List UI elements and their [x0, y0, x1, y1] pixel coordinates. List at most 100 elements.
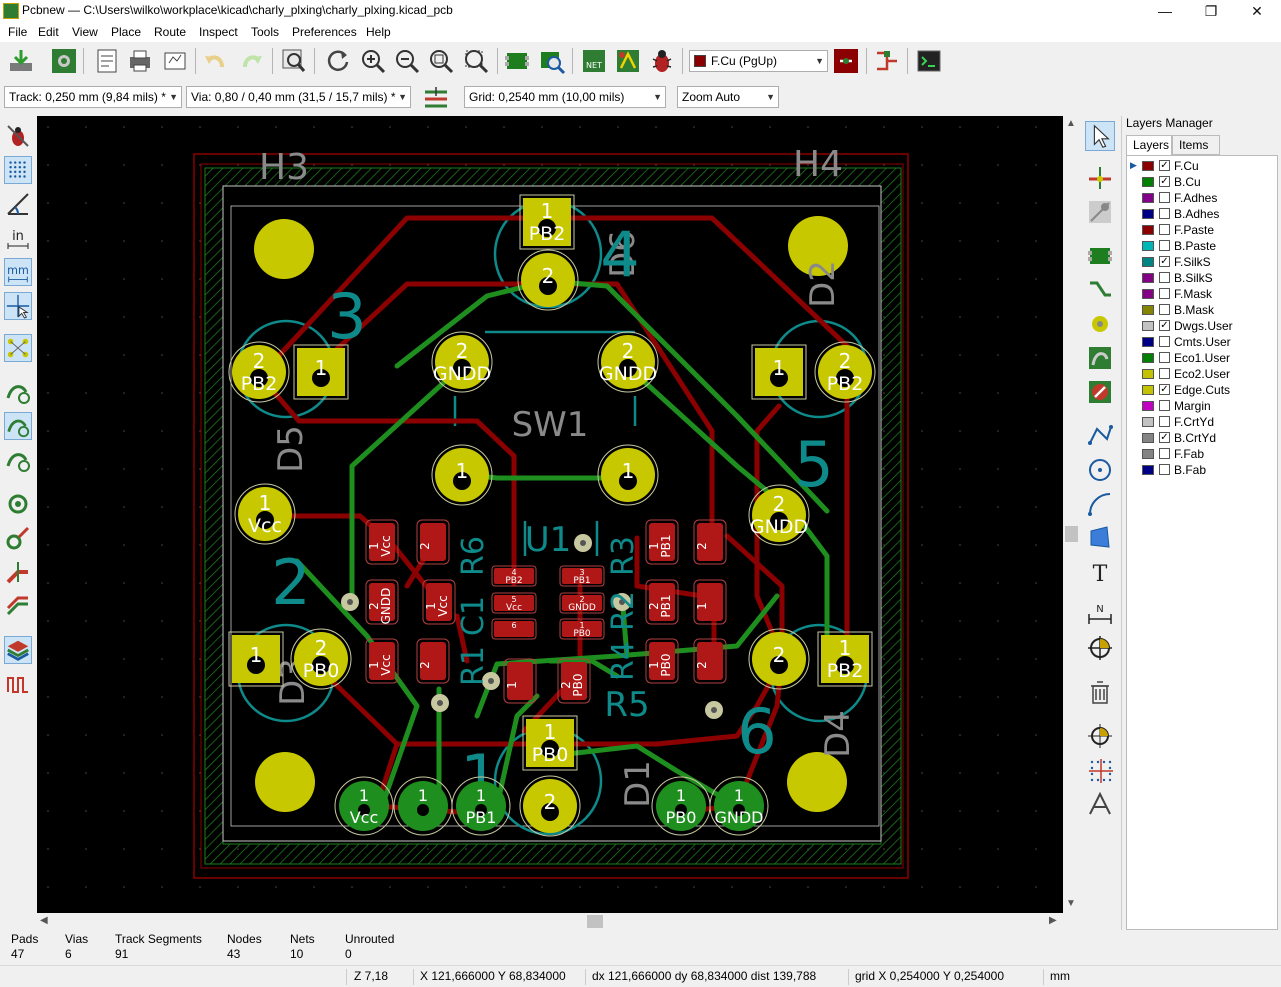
route-track-icon[interactable]	[1085, 275, 1115, 305]
drill-origin-icon[interactable]	[1085, 721, 1115, 751]
delete-tool-icon[interactable]	[1085, 677, 1115, 707]
polar-coords-icon[interactable]	[4, 190, 32, 218]
layer-visibility-checkbox[interactable]	[1159, 416, 1170, 427]
vertical-scroll-thumb[interactable]	[1065, 526, 1078, 542]
add-polygon-icon[interactable]	[1085, 523, 1115, 553]
tracks-sketch-icon[interactable]	[4, 558, 32, 586]
layer-row[interactable]: ✓ B.CrtYd	[1127, 430, 1277, 446]
scroll-down-icon[interactable]: ▼	[1066, 898, 1076, 909]
cursor-shape-icon[interactable]	[4, 292, 32, 320]
layer-row[interactable]: F.Paste	[1127, 222, 1277, 238]
layer-color-swatch[interactable]	[1142, 241, 1154, 251]
show-clearance-icon[interactable]	[4, 446, 32, 474]
page-settings-icon[interactable]	[93, 47, 121, 75]
layer-row[interactable]: F.CrtYd	[1127, 414, 1277, 430]
layer-color-swatch[interactable]	[1142, 289, 1154, 299]
menu-place[interactable]: Place	[111, 25, 141, 39]
layer-visibility-checkbox[interactable]	[1159, 208, 1170, 219]
horizontal-scroll-thumb[interactable]	[587, 915, 603, 928]
layer-visibility-checkbox[interactable]	[1159, 352, 1170, 363]
layer-color-swatch[interactable]	[1142, 369, 1154, 379]
layer-row[interactable]: F.Adhes	[1127, 190, 1277, 206]
restore-button[interactable]: ❐	[1188, 0, 1234, 22]
layers-manager-icon[interactable]	[4, 636, 32, 664]
update-pcb-icon[interactable]	[614, 47, 642, 75]
layer-color-swatch[interactable]	[1142, 177, 1154, 187]
board-setup-icon[interactable]	[7, 47, 35, 75]
add-dimension-icon[interactable]: N	[1085, 599, 1115, 629]
find-icon[interactable]	[280, 47, 308, 75]
layer-visibility-checkbox[interactable]: ✓	[1159, 320, 1170, 331]
footprint-editor-icon[interactable]	[503, 47, 531, 75]
layer-row[interactable]: F.Fab	[1127, 446, 1277, 462]
layer-color-swatch[interactable]	[1142, 305, 1154, 315]
layer-row[interactable]: Cmts.User	[1127, 334, 1277, 350]
layer-visibility-checkbox[interactable]	[1159, 400, 1170, 411]
highlight-net-icon[interactable]	[1085, 163, 1115, 193]
layer-row[interactable]: ✓ Edge.Cuts	[1127, 382, 1277, 398]
footprint-viewer-icon[interactable]	[538, 47, 566, 75]
ratsnest-icon[interactable]	[4, 334, 32, 362]
layer-row[interactable]: ▶ ✓ F.Cu	[1127, 158, 1277, 174]
tab-items[interactable]: Items	[1172, 135, 1220, 155]
netlist-icon[interactable]: NET	[580, 47, 608, 75]
layer-color-swatch[interactable]	[1142, 337, 1154, 347]
zoom-fit-icon[interactable]	[427, 47, 455, 75]
layer-row[interactable]: F.Mask	[1127, 286, 1277, 302]
layer-row[interactable]: ✓ F.SilkS	[1127, 254, 1277, 270]
drc-off-icon[interactable]	[4, 122, 32, 150]
plot-icon[interactable]	[161, 47, 189, 75]
microwave-tools-icon[interactable]	[873, 47, 901, 75]
minimize-button[interactable]: —	[1142, 0, 1188, 22]
layer-row[interactable]: Margin	[1127, 398, 1277, 414]
layer-visibility-checkbox[interactable]: ✓	[1159, 256, 1170, 267]
menu-file[interactable]: File	[8, 25, 27, 39]
layer-visibility-checkbox[interactable]	[1159, 272, 1170, 283]
units-mm-icon[interactable]: mm	[4, 258, 32, 286]
add-text-icon[interactable]: T	[1085, 557, 1115, 587]
scroll-up-icon[interactable]: ▲	[1066, 118, 1076, 129]
add-keepout-icon[interactable]	[1085, 377, 1115, 407]
menu-help[interactable]: Help	[366, 25, 391, 39]
layer-visibility-checkbox[interactable]	[1159, 192, 1170, 203]
add-circle-icon[interactable]	[1085, 455, 1115, 485]
units-inch-icon[interactable]: in	[4, 224, 32, 252]
pcb-canvas[interactable]: H3 H4 SW1 U1 R5 D1 D2 D5 D4 D3 D6 3 4 5 …	[37, 116, 1063, 913]
grid-size-dropdown[interactable]: Grid: 0,2540 mm (10,00 mils) ▼	[464, 86, 666, 108]
add-footprint-icon[interactable]	[1085, 241, 1115, 271]
layer-color-swatch[interactable]	[1142, 449, 1154, 459]
grid-origin-icon[interactable]	[1085, 755, 1115, 785]
zoom-dropdown[interactable]: Zoom Auto ▼	[677, 86, 779, 108]
menu-view[interactable]: View	[72, 25, 98, 39]
redraw-icon[interactable]	[324, 47, 352, 75]
grid-display-icon[interactable]	[4, 156, 32, 184]
scroll-left-icon[interactable]: ◀	[40, 915, 48, 926]
layer-visibility-checkbox[interactable]	[1159, 448, 1170, 459]
layer-color-swatch[interactable]	[1142, 273, 1154, 283]
microwave-toolbar-icon[interactable]	[4, 670, 32, 698]
layer-color-swatch[interactable]	[1142, 209, 1154, 219]
layer-color-swatch[interactable]	[1142, 353, 1154, 363]
add-zone-icon[interactable]	[1085, 343, 1115, 373]
redo-icon[interactable]	[237, 47, 265, 75]
layer-color-swatch[interactable]	[1142, 321, 1154, 331]
add-target-icon[interactable]	[1085, 633, 1115, 663]
layer-color-swatch[interactable]	[1142, 193, 1154, 203]
board-settings-icon[interactable]	[50, 47, 78, 75]
menu-inspect[interactable]: Inspect	[199, 25, 238, 39]
layer-visibility-checkbox[interactable]: ✓	[1159, 432, 1170, 443]
layer-row[interactable]: ✓ B.Cu	[1127, 174, 1277, 190]
tab-layers[interactable]: Layers	[1126, 135, 1172, 155]
layer-visibility-checkbox[interactable]	[1159, 288, 1170, 299]
zoom-in-icon[interactable]	[359, 47, 387, 75]
layer-row[interactable]: B.Adhes	[1127, 206, 1277, 222]
layer-visibility-checkbox[interactable]	[1159, 224, 1170, 235]
select-arrow-icon[interactable]	[1085, 121, 1115, 151]
layer-row[interactable]: B.SilkS	[1127, 270, 1277, 286]
menu-preferences[interactable]: Preferences	[292, 25, 357, 39]
add-arc-icon[interactable]	[1085, 489, 1115, 519]
via-sketch-icon[interactable]	[4, 524, 32, 552]
layer-color-swatch[interactable]	[1142, 401, 1154, 411]
layer-color-swatch[interactable]	[1142, 385, 1154, 395]
undo-icon[interactable]	[202, 47, 230, 75]
